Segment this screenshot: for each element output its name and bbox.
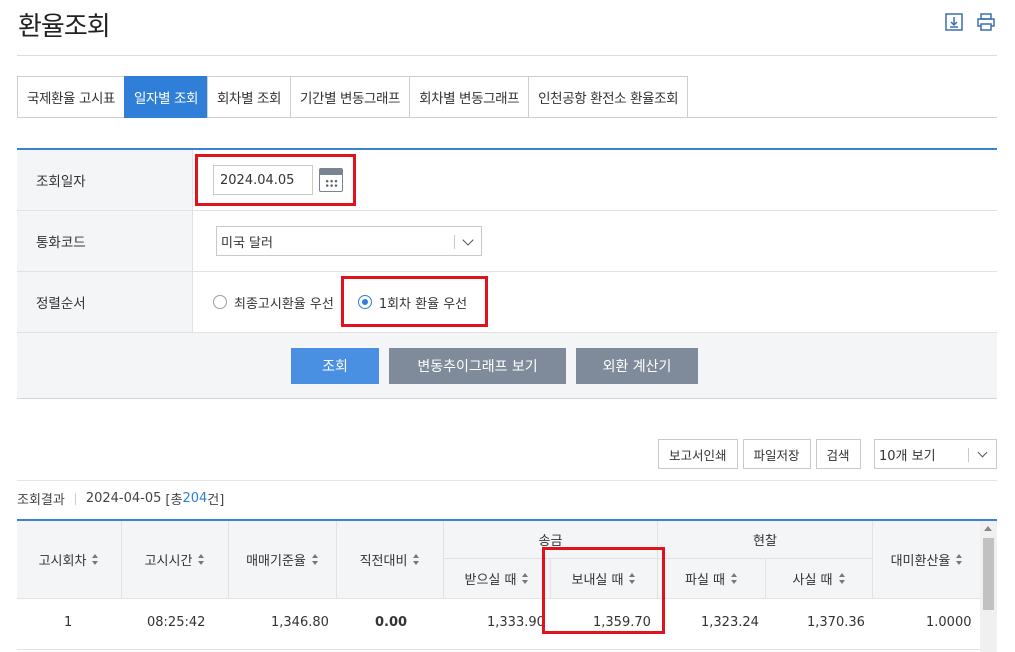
button-row: 조회 변동추이그래프 보기 외환 계산기 <box>17 333 997 399</box>
currency-selected-value: 미국 달러 <box>221 235 273 251</box>
tab-round-graph[interactable]: 회차별 변동그래프 <box>409 76 529 118</box>
scroll-thumb <box>983 538 994 610</box>
radio-latest-first[interactable]: 최종고시환율 우선 <box>213 293 334 312</box>
result-divider <box>17 480 997 481</box>
rate-table: 고시회차 고시시간 매매기준율 직전대비 송금 받으실 때 보내실 때 현찰 파… <box>17 519 997 652</box>
sort-icon <box>731 573 738 584</box>
date-row: 조회일자 <box>17 150 997 211</box>
table-search-button[interactable]: 검색 <box>815 439 861 469</box>
sort-icon <box>198 554 205 565</box>
header-remit-send[interactable]: 보내실 때 <box>551 559 658 599</box>
search-form: 조회일자 통화코드 미국 달러 정렬순서 최종고시환율 우선 1회차 환율 우선 <box>17 148 997 399</box>
cell-time: 08:25:42 <box>147 614 206 630</box>
sort-icon <box>311 554 319 565</box>
tab-period-graph[interactable]: 기간별 변동그래프 <box>290 76 410 118</box>
sort-icon <box>629 573 636 584</box>
result-date: 2024-04-05 <box>85 491 162 506</box>
result-summary: 조회결과 2024-04-05 [총 204 건] <box>17 491 225 508</box>
currency-select[interactable]: 미국 달러 <box>216 226 482 256</box>
header-time[interactable]: 고시시간 <box>122 521 229 599</box>
cell-base-rate: 1,346.80 <box>271 614 329 630</box>
scroll-up-icon <box>984 526 992 531</box>
cell-round: 1 <box>64 614 73 630</box>
tab-daily-query[interactable]: 일자별 조회 <box>124 76 208 118</box>
title-divider <box>17 55 997 56</box>
trend-graph-button[interactable]: 변동추이그래프 보기 <box>389 347 566 384</box>
header-cash-sell[interactable]: 파실 때 <box>658 559 766 599</box>
toolbar: 보고서인쇄 파일저장 검색 <box>658 439 866 469</box>
download-icon[interactable] <box>944 12 964 32</box>
chevron-down-icon <box>462 234 474 246</box>
header-round[interactable]: 고시회차 <box>17 521 122 599</box>
result-count: 204 <box>182 491 208 506</box>
radio-unchecked-icon <box>213 295 227 309</box>
date-label: 조회일자 <box>17 150 193 210</box>
header-base-rate[interactable]: 매매기준율 <box>229 521 337 599</box>
page-title: 환율조회 <box>18 12 111 42</box>
result-label: 조회결과 <box>17 493 65 508</box>
sort-icon <box>956 554 963 565</box>
header-usd-rate[interactable]: 대미환산율 <box>873 521 981 599</box>
radio-checked-icon <box>357 295 372 309</box>
cell-cash-buy: 1,370.36 <box>807 614 865 630</box>
header-change[interactable]: 직전대비 <box>337 521 444 599</box>
header-cash-buy[interactable]: 사실 때 <box>766 559 873 599</box>
print-icon[interactable] <box>976 12 996 32</box>
header-cash-group: 현찰 <box>658 521 873 559</box>
tab-bar: 국제환율 고시표 일자별 조회 회차별 조회 기간별 변동그래프 회차별 변동그… <box>17 76 997 118</box>
currency-label: 통화코드 <box>17 211 193 271</box>
page-size-select[interactable]: 10개 보기 <box>874 439 997 469</box>
cell-remit-receive: 1,333.90 <box>487 614 545 630</box>
cell-usd-rate: 1.0000 <box>926 614 972 630</box>
radio-first-round-first[interactable]: 1회차 환율 우선 <box>357 293 467 312</box>
date-input[interactable] <box>213 165 313 195</box>
sort-icon <box>522 573 529 584</box>
cell-cash-sell: 1,323.24 <box>701 614 759 630</box>
calendar-icon[interactable] <box>319 168 343 192</box>
sort-row: 정렬순서 최종고시환율 우선 1회차 환율 우선 <box>17 272 997 333</box>
sort-icon <box>838 573 846 584</box>
sort-icon <box>413 554 420 565</box>
calculator-button[interactable]: 외환 계산기 <box>576 347 698 384</box>
print-report-button[interactable]: 보고서인쇄 <box>658 439 738 469</box>
header-remit-group: 송금 <box>444 521 658 559</box>
header-remit-receive[interactable]: 받으실 때 <box>444 559 551 599</box>
cell-change: 0.00 <box>375 614 408 630</box>
table-scrollbar[interactable] <box>980 521 997 652</box>
sort-label: 정렬순서 <box>17 272 193 332</box>
chevron-down-icon <box>977 447 988 458</box>
save-file-button[interactable]: 파일저장 <box>742 439 811 469</box>
tab-airport-exchange[interactable]: 인천공항 환전소 환율조회 <box>528 76 689 118</box>
search-button[interactable]: 조회 <box>291 347 379 384</box>
tab-round-query[interactable]: 회차별 조회 <box>207 76 291 118</box>
page-size-value: 10개 보기 <box>879 448 936 464</box>
tab-international-rates[interactable]: 국제환율 고시표 <box>17 76 125 118</box>
cell-remit-send: 1,359.70 <box>593 614 651 630</box>
sort-icon <box>92 554 99 565</box>
currency-row: 통화코드 미국 달러 <box>17 211 997 272</box>
